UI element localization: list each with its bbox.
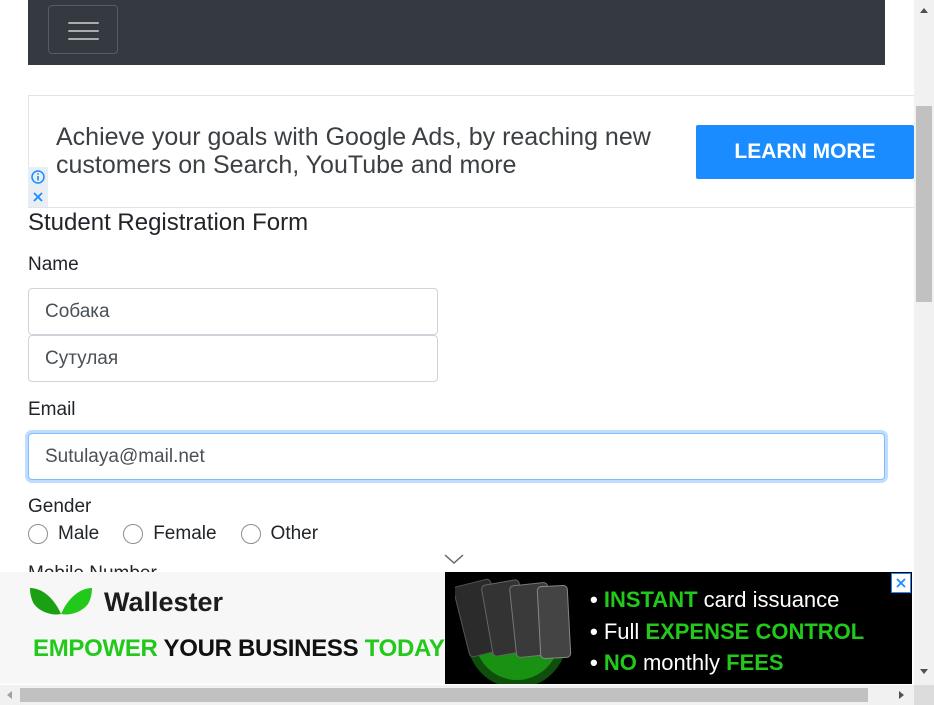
gender-radio-group: Male Female Other [28,523,342,545]
bullet-3-highlight: NO [603,650,637,675]
wallester-brand: Wallester [104,586,224,617]
page: Achieve your goals with Google Ads, by r… [0,0,934,705]
bullet-3: • NO monthly FEES [590,650,784,675]
name-label: Name [28,254,79,275]
bullet-1: • INSTANT card issuance [590,587,840,612]
ad-slogan: EMPOWER YOUR BUSINESS TODAY [33,635,445,663]
gender-female-label[interactable]: Female [153,523,216,545]
hamburger-icon [68,22,99,24]
wallester-logo-icon [30,588,92,615]
first-name-input[interactable]: Собака [28,288,438,335]
vertical-scrollbar-thumb[interactable] [916,106,932,302]
bullet-2-text: Full [603,618,640,644]
gender-male-radio[interactable] [28,524,48,544]
wallester-ad-banner[interactable]: Wallester EMPOWER YOUR BUSINESS TODAY • … [0,572,912,684]
gender-label: Gender [28,496,92,517]
hamburger-icon-line [68,38,99,40]
bullet-1-highlight: INSTANT [603,587,698,612]
gender-other-label[interactable]: Other [271,523,319,545]
gender-other-radio[interactable] [240,524,261,544]
email-input[interactable]: Sutulaya@mail.net [28,433,885,480]
bullet-2-highlight: EXPENSE CONTROL [645,618,865,644]
ad-text[interactable]: Achieve your goals with Google Ads, by r… [56,123,676,179]
scroll-right-arrow-icon[interactable] [898,689,906,701]
hamburger-icon-line [68,30,99,32]
scroll-down-arrow-icon[interactable] [918,668,930,676]
bullet-3-text: monthly [642,650,720,675]
vertical-scrollbar[interactable] [914,0,934,685]
wallester-logo: Wallester [28,582,223,622]
slogan-part-2: YOUR BUSINESS [163,635,359,662]
navbar [28,0,885,65]
slogan-part-1: EMPOWER [33,635,158,662]
info-icon[interactable] [28,167,48,187]
gender-male-label[interactable]: Male [58,523,99,545]
scrollbar-corner [914,685,934,705]
mobile-label: Mobile Number [28,563,157,572]
chevron-down-icon[interactable] [443,553,465,565]
email-label: Email [28,399,76,420]
card-stack-image [455,578,572,684]
bullet-3-highlight-2: FEES [726,650,784,675]
form-title: Student Registration Form [28,209,309,236]
ad-close-icon[interactable] [891,573,911,593]
bullet-2: • Full EXPENSE CONTROL [590,618,865,644]
learn-more-button[interactable]: LEARN MORE [696,125,914,179]
ad-bullets: • INSTANT card issuance • Full EXPENSE C… [590,584,864,679]
slogan-part-3: TODAY [364,635,445,662]
gender-female-radio[interactable] [123,524,144,544]
navbar-toggle-button[interactable] [48,5,118,54]
last-name-input[interactable]: Сутулая [28,335,438,382]
google-ad-banner[interactable]: Achieve your goals with Google Ads, by r… [28,95,914,208]
bullet-1-text: card issuance [703,587,840,612]
scroll-left-arrow-icon[interactable] [5,689,13,701]
horizontal-scrollbar-thumb[interactable] [20,688,868,702]
scroll-up-arrow-icon[interactable] [918,6,930,14]
close-icon[interactable] [28,187,48,207]
